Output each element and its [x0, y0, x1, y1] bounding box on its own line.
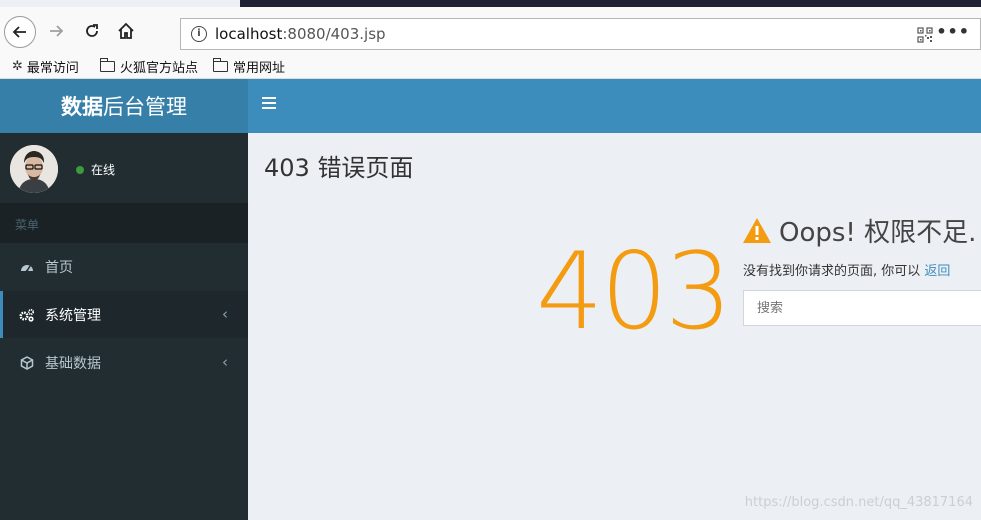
back-button[interactable]: [4, 16, 36, 48]
error-message: 没有找到你请求的页面, 你可以 返回: [743, 260, 950, 279]
bookmark-label: 常用网址: [233, 61, 286, 76]
chevron-left-icon: ‹: [222, 305, 228, 323]
home-icon: [118, 22, 134, 39]
url-host: localhost: [215, 25, 283, 43]
avatar: [10, 145, 58, 193]
folder-icon: [99, 58, 115, 72]
app-logo[interactable]: 数据 后台管理: [0, 79, 248, 133]
error-message-text: 没有找到你请求的页面, 你可以: [743, 264, 925, 279]
menu-toggle-icon[interactable]: [262, 97, 276, 111]
sidebar-item-system[interactable]: 系统管理 ‹: [0, 291, 248, 338]
sidebar-item-basic-data[interactable]: 基础数据 ‹: [0, 339, 248, 386]
address-bar[interactable]: i localhost:8080/403.jsp •••: [180, 18, 981, 50]
back-link[interactable]: 返回: [924, 264, 950, 279]
error-headline: Oops! 权限不足.: [742, 212, 976, 249]
url-path: :8080/403.jsp: [282, 25, 386, 43]
watermark-url: https://blog.csdn.net/qq_43817164: [744, 495, 973, 510]
online-status: 在线: [76, 161, 115, 178]
page-actions-button[interactable]: •••: [936, 22, 970, 41]
folder-icon: [212, 58, 228, 72]
bookmark-most-visited[interactable]: ✲ 最常访问: [12, 57, 79, 76]
sidebar: 在线 菜单 首页 系统管理 ‹ 基础数据 ‹: [0, 133, 248, 520]
error-headline-text: Oops! 权限不足.: [779, 218, 977, 248]
reload-icon: [86, 24, 98, 37]
window-top-strip: [240, 0, 981, 7]
user-panel: 在线: [0, 133, 248, 203]
bookmark-common-sites[interactable]: 常用网址: [212, 57, 286, 76]
forward-button[interactable]: [42, 17, 70, 45]
error-code: 403: [536, 230, 732, 353]
page-title: 403 错误页面: [264, 154, 414, 182]
sidebar-item-label: 基础数据: [45, 355, 101, 372]
bookmark-firefox-site[interactable]: 火狐官方站点: [99, 57, 199, 76]
reload-button[interactable]: [78, 17, 106, 45]
cogs-icon: [19, 308, 35, 322]
logo-bold: 数据: [61, 95, 103, 119]
gear-icon: ✲: [12, 59, 23, 74]
sidebar-item-label: 系统管理: [45, 307, 101, 324]
warning-icon: [743, 218, 771, 243]
status-label: 在线: [91, 163, 116, 177]
home-button[interactable]: [112, 17, 140, 45]
bookmark-label: 火狐官方站点: [120, 61, 199, 76]
sidebar-item-label: 首页: [45, 259, 73, 276]
top-navbar: [248, 79, 981, 133]
menu-header: 菜单: [0, 203, 248, 243]
chevron-left-icon: ‹: [222, 353, 228, 371]
qr-code-icon[interactable]: [917, 27, 933, 43]
arrow-right-icon: [50, 25, 64, 37]
url-text: localhost:8080/403.jsp: [215, 25, 386, 43]
status-dot-icon: [76, 165, 84, 174]
info-icon[interactable]: i: [191, 26, 207, 42]
bookmark-label: 最常访问: [26, 61, 79, 76]
browser-toolbar: i localhost:8080/403.jsp •••: [0, 7, 981, 53]
dashboard-icon: [21, 264, 33, 272]
logo-rest: 后台管理: [103, 95, 187, 119]
sidebar-item-home[interactable]: 首页: [0, 243, 248, 290]
bookmarks-bar: ✲ 最常访问 火狐官方站点 常用网址: [0, 53, 981, 79]
search-input[interactable]: [743, 290, 981, 326]
arrow-left-icon: [12, 26, 26, 38]
cube-icon: [20, 355, 34, 370]
